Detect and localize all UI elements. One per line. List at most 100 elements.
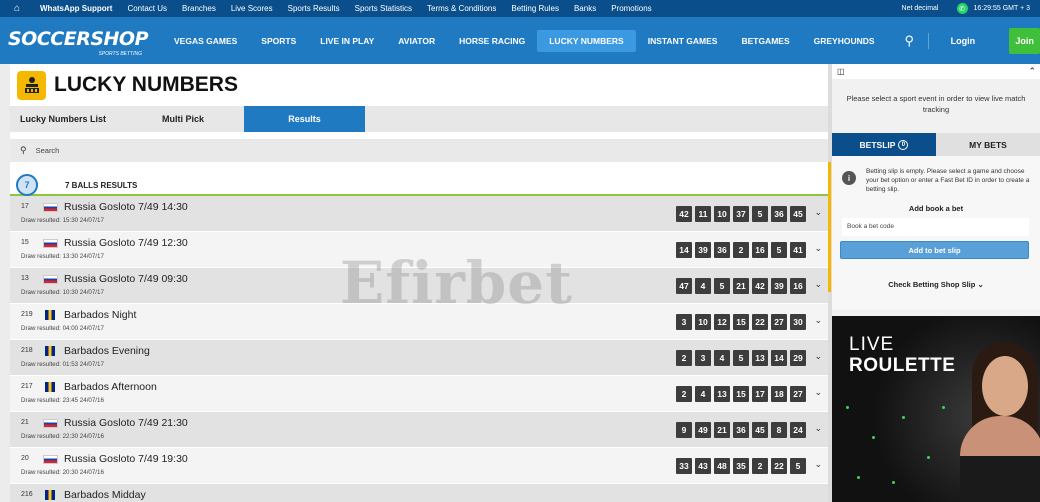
tab-results[interactable]: Results [244,106,365,132]
tab-bar: Lucky Numbers List Multi Pick Results [10,106,828,132]
draw-number: 17 [21,203,29,210]
search-icon[interactable]: ⚲ [905,33,915,49]
home-icon[interactable]: ⌂ [14,3,34,14]
lottery-name: Barbados Evening [64,345,150,357]
result-ball: 5 [771,242,787,258]
table-row[interactable]: 218 Barbados Evening Draw resulted: 01:53 … [10,340,828,376]
login-button[interactable]: Login [951,36,976,46]
result-ball: 2 [676,350,692,366]
result-ball: 49 [695,422,711,438]
draw-number: 20 [21,455,29,462]
decor-dot [872,436,875,439]
lottery-name: Barbados Midday [64,489,146,501]
draw-number: 15 [21,239,29,246]
top-link-branches[interactable]: Branches [182,4,216,13]
result-balls: 9 49 21 36 45 8 24 [673,422,806,438]
nav-item-instant-games[interactable]: INSTANT GAMES [636,30,730,52]
result-ball: 39 [771,278,787,294]
result-ball: 47 [676,278,692,294]
chevron-down-icon[interactable]: ⌄ [814,351,822,362]
tab-multi-pick[interactable]: Multi Pick [127,106,244,132]
top-link-sports-results[interactable]: Sports Results [288,4,340,13]
chevron-down-icon[interactable]: ⌄ [814,423,822,434]
chevron-down-icon[interactable]: ⌄ [814,279,822,290]
nav-item-vegas-games[interactable]: VEGAS GAMES [162,30,249,52]
tab-lucky-numbers-list[interactable]: Lucky Numbers List [10,106,127,132]
logo[interactable]: SOCCERSHOP SPORTS BETTING [8,27,149,57]
table-row[interactable]: 21 Russia Gosloto 7/49 21:30 Draw resulted… [10,412,828,448]
result-ball: 33 [676,458,692,474]
chevron-down-icon[interactable]: ⌄ [814,207,822,218]
nav-item-greyhounds[interactable]: GREYHOUNDS [802,30,887,52]
result-ball: 17 [752,386,768,402]
top-link-sports-statistics[interactable]: Sports Statistics [355,4,412,13]
nav-item-aviator[interactable]: AVIATOR [386,30,447,52]
russia-flag-icon [43,239,58,248]
result-balls: 2 3 4 5 13 14 29 [673,350,806,366]
draw-number: 217 [21,383,33,390]
decor-dot [902,416,905,419]
result-ball: 5 [790,458,806,474]
result-ball: 5 [752,206,768,222]
lottery-name: Russia Gosloto 7/49 09:30 [64,273,188,285]
result-balls: 14 39 36 2 16 5 41 [673,242,806,258]
chevron-down-icon[interactable]: ⌄ [814,387,822,398]
result-ball: 16 [790,278,806,294]
chevron-down-icon[interactable]: ⌄ [814,315,822,326]
draw-time: Draw resulted: 01:53 24/07/17 [21,361,104,368]
result-ball: 36 [714,242,730,258]
top-link-betting-rules[interactable]: Betting Rules [511,4,559,13]
search-input[interactable]: ⚲ Search [10,139,828,162]
lucky-numbers-icon [17,70,46,100]
top-link-promotions[interactable]: Promotions [611,4,651,13]
result-ball: 36 [733,422,749,438]
collapse-icon[interactable]: ⌃ [1028,66,1036,77]
table-row[interactable]: 15 Russia Gosloto 7/49 12:30 Draw resulted… [10,232,828,268]
nav-item-sports[interactable]: SPORTS [249,30,308,52]
main-content: LUCKY NUMBERS Lucky Numbers List Multi P… [10,64,828,502]
odds-format-select[interactable]: Net decimal [902,5,939,12]
chevron-down-icon[interactable]: ⌄ [814,243,822,254]
table-row[interactable]: 216 Barbados Midday [10,484,828,502]
nav-item-lucky-numbers[interactable]: LUCKY NUMBERS [537,29,636,52]
search-placeholder: Search [35,146,60,155]
banner-title-roulette: ROULETTE [849,355,956,376]
book-bet-code-input[interactable]: Book a bet code [842,218,1029,236]
result-ball: 41 [790,242,806,258]
tab-my-bets[interactable]: MY BETS [936,133,1040,156]
book-bet-heading: Add book a bet [908,204,964,213]
logo-text: SOCCERSHOP [8,27,149,50]
table-row[interactable]: 13 Russia Gosloto 7/49 09:30 Draw resulted… [10,268,828,304]
nav-item-betgames[interactable]: BETGAMES [729,30,801,52]
table-row[interactable]: 20 Russia Gosloto 7/49 19:30 Draw resulted… [10,448,828,484]
table-row[interactable]: 17 Russia Gosloto 7/49 14:30 Draw resulted… [10,196,828,232]
tab-betslip[interactable]: BETSLIP 0 [832,133,936,156]
result-balls: 42 11 10 37 5 36 45 [673,206,806,222]
top-link-terms[interactable]: Terms & Conditions [427,4,496,13]
lucky-numbers-glyph [24,77,39,93]
top-link-whatsapp[interactable]: WhatsApp Support [40,4,112,13]
result-ball: 10 [695,314,711,330]
result-ball: 18 [771,386,787,402]
barbados-flag-icon [45,346,55,356]
lottery-name: Barbados Night [64,309,137,321]
lottery-name: Russia Gosloto 7/49 14:30 [64,201,188,213]
live-roulette-banner[interactable]: LIVE ROULETTE [832,316,1040,502]
decor-dot [892,481,895,484]
result-ball: 24 [790,422,806,438]
nav-item-horse-racing[interactable]: HORSE RACING [447,30,537,52]
table-row[interactable]: 219 Barbados Night Draw resulted: 04:00 24… [10,304,828,340]
whatsapp-icon[interactable]: ✆ [956,3,968,14]
chevron-down-icon[interactable]: ⌄ [814,459,822,470]
top-link-contact[interactable]: Contact Us [127,4,167,13]
top-link-live-scores[interactable]: Live Scores [231,4,273,13]
result-ball: 48 [714,458,730,474]
nav-item-live-in-play[interactable]: LIVE IN PLAY [308,30,386,52]
lottery-name: Russia Gosloto 7/49 21:30 [64,417,188,429]
top-link-banks[interactable]: Banks [574,4,596,13]
join-button[interactable]: Join [1009,27,1040,54]
table-row[interactable]: 217 Barbados Afternoon Draw resulted: 23:4… [10,376,828,412]
add-to-bet-slip-button[interactable]: Add to bet slip [840,241,1029,259]
result-ball: 45 [790,206,806,222]
check-betting-shop-slip[interactable]: Check Betting Shop Slip ⌄ [832,280,1040,289]
